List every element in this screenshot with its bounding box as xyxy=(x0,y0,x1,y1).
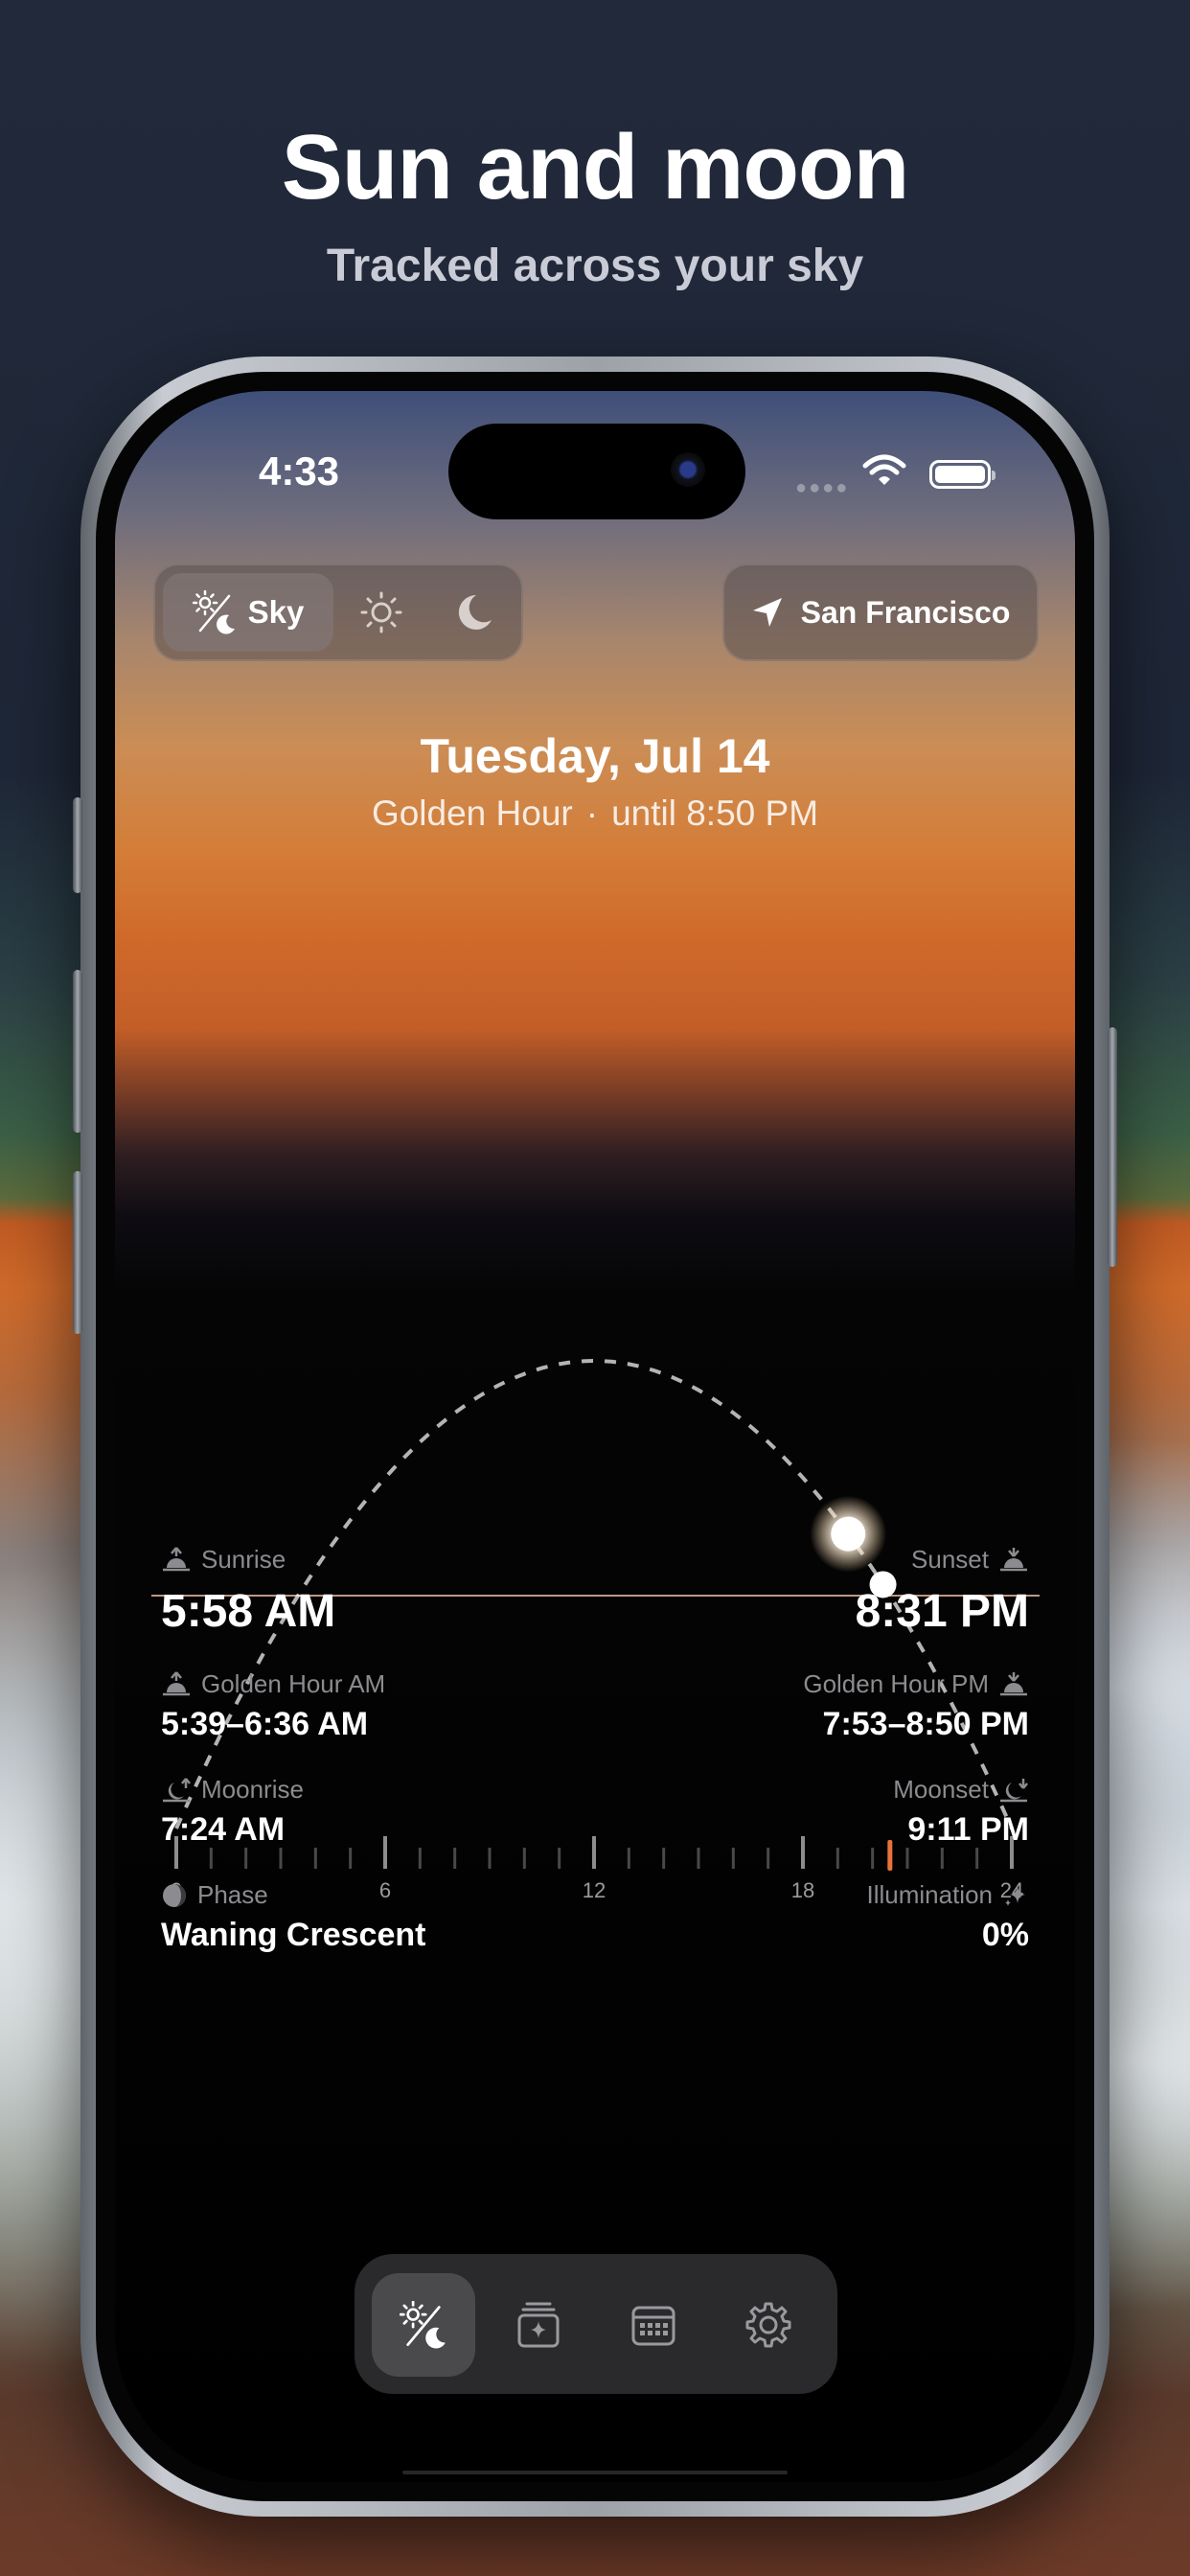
sun-times-row: Sunrise 5:58 AM Sunset 8:31 PM xyxy=(161,1545,1029,1660)
volume-down-button xyxy=(73,1171,82,1334)
sunset-label-group: Sunset xyxy=(911,1545,1029,1575)
moon-icon xyxy=(458,594,492,630)
sunrise-label: Sunrise xyxy=(201,1545,286,1574)
moonrise-label: Moonrise xyxy=(201,1775,304,1804)
sunrise-icon xyxy=(163,1546,190,1571)
illumination-label: Illumination xyxy=(866,1880,993,1909)
golden-am-label: Golden Hour AM xyxy=(201,1669,386,1698)
action-button xyxy=(73,797,82,893)
sunset-value: 8:31 PM xyxy=(855,1586,1029,1637)
status-time: 4:33 xyxy=(258,448,340,494)
moonrise-label-group: Moonrise xyxy=(161,1775,304,1805)
signal-dots-icon: ●●●● xyxy=(795,477,850,498)
view-segmented-control: Sky xyxy=(153,564,523,661)
golden-pm-label: Golden Hour PM xyxy=(803,1669,989,1698)
sunset-icon xyxy=(1000,1671,1027,1695)
phase-subtitle: Golden Hour · until 8:50 PM xyxy=(115,794,1075,834)
moonset-value: 9:11 PM xyxy=(907,1811,1029,1848)
moon-phase-icon xyxy=(163,1883,186,1907)
sunrise-icon xyxy=(163,1670,190,1695)
sunrise-value: 5:58 AM xyxy=(161,1586,336,1637)
moonrise-value: 7:24 AM xyxy=(161,1811,286,1848)
location-button[interactable]: San Francisco xyxy=(722,564,1039,661)
golden-hour-row: Golden Hour AM 5:39–6:36 AM Golden Hour … xyxy=(161,1669,1029,1773)
sparkle-icon xyxy=(1005,1885,1025,1906)
phase-label: Phase xyxy=(197,1880,268,1909)
phase-row: Phase Waning Crescent Illumination 0% xyxy=(161,1880,1029,1976)
golden-am-value: 5:39–6:36 AM xyxy=(161,1706,369,1742)
sun-moon-icon xyxy=(192,590,235,634)
sparkle-card-icon xyxy=(517,2302,560,2348)
wifi-icon xyxy=(862,454,906,485)
phase-separator: · xyxy=(585,794,599,833)
hero-subtitle: Tracked across your sky xyxy=(326,241,864,291)
tab-sky[interactable] xyxy=(372,2273,475,2377)
location-label: San Francisco xyxy=(800,594,1011,630)
sun-icon xyxy=(360,591,402,633)
camera-icon xyxy=(671,452,705,487)
battery-icon xyxy=(929,460,995,489)
moonrise-icon xyxy=(163,1777,191,1802)
segment-sky[interactable]: Sky xyxy=(163,573,333,652)
golden-am-label-group: Golden Hour AM xyxy=(161,1669,385,1699)
phase-value: Waning Crescent xyxy=(161,1917,426,1953)
tab-calendar[interactable] xyxy=(602,2273,705,2377)
golden-pm-label-group: Golden Hour PM xyxy=(803,1669,1029,1699)
phase-label-group: Phase xyxy=(161,1880,268,1910)
sunset-label: Sunset xyxy=(911,1545,989,1574)
date-title: Tuesday, Jul 14 xyxy=(420,729,770,783)
segment-sun[interactable] xyxy=(356,587,406,642)
segment-sky-label: Sky xyxy=(247,594,305,630)
illumination-label-group: Illumination xyxy=(866,1880,1029,1910)
power-button xyxy=(1108,1027,1117,1267)
sunrise-label-group: Sunrise xyxy=(161,1545,286,1575)
calendar-icon xyxy=(631,2306,675,2346)
home-indicator xyxy=(402,2471,788,2474)
sun-moon-icon xyxy=(400,2301,446,2349)
volume-up-button xyxy=(73,970,82,1133)
golden-pm-value: 7:53–8:50 PM xyxy=(822,1706,1029,1742)
tab-bar xyxy=(355,2254,837,2394)
hero-title: Sun and moon xyxy=(281,116,910,218)
moonset-icon xyxy=(1000,1778,1028,1802)
phase-until: until 8:50 PM xyxy=(611,794,819,833)
tab-cards[interactable] xyxy=(487,2273,590,2377)
segment-moon[interactable] xyxy=(447,587,497,642)
moonset-label-group: Moonset xyxy=(893,1775,1029,1805)
tab-settings[interactable] xyxy=(717,2273,820,2377)
moonset-label: Moonset xyxy=(893,1775,989,1804)
phase-name: Golden Hour xyxy=(371,794,573,833)
gear-icon xyxy=(745,2302,791,2348)
illumination-value: 0% xyxy=(981,1917,1029,1953)
app-screen: 4:33 ●●●● Sky San Francisco Tuesday, Jul… xyxy=(115,391,1075,2482)
location-arrow-icon xyxy=(752,598,782,627)
sunset-icon xyxy=(1000,1547,1027,1571)
moon-times-row: Moonrise 7:24 AM Moonset 9:11 PM xyxy=(161,1775,1029,1878)
